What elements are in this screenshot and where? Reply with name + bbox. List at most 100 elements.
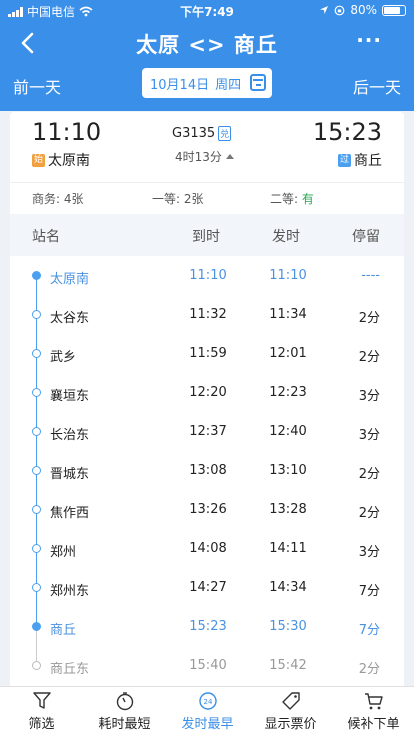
- battery-percent: 80%: [350, 3, 377, 17]
- seat-second-class: 二等: 有: [270, 190, 314, 207]
- tab-label: 筛选: [28, 717, 55, 732]
- collapse-up-icon: [225, 154, 234, 159]
- tab-earliest-departure[interactable]: 24 发时最早: [166, 687, 249, 736]
- more-button[interactable]: ···: [356, 28, 382, 52]
- stop-name: 太谷东: [50, 311, 90, 326]
- seat-second-value: 有: [301, 192, 314, 206]
- stop-arrive: 14:27: [189, 580, 227, 595]
- stop-arrive: 14:08: [189, 541, 227, 556]
- stop-dot: [32, 388, 41, 397]
- duration-text: 4时13分: [175, 150, 222, 164]
- departure-station-name: 太原南: [48, 153, 90, 169]
- funnel-icon: [32, 692, 51, 709]
- stop-name: 襄垣东: [50, 389, 90, 404]
- stop-row[interactable]: 郑州 14:08 14:11 3分: [10, 529, 404, 568]
- stop-depart: 12:23: [269, 385, 307, 400]
- stop-row[interactable]: 武乡 11:59 12:01 2分: [10, 334, 404, 373]
- status-bar: 中国电信 下午7:49 80%: [0, 0, 414, 20]
- stop-row[interactable]: 太谷东 11:32 11:34 2分: [10, 295, 404, 334]
- tab-waitlist-order[interactable]: 候补下单: [332, 687, 414, 736]
- stop-dot: [32, 349, 41, 358]
- pass-tag: 过: [338, 153, 351, 167]
- stop-row[interactable]: 太原南 11:10 11:10 ----: [10, 256, 404, 295]
- date-value: 10月14日: [150, 77, 210, 93]
- stop-dot: [32, 271, 41, 280]
- stop-name: 商丘东: [50, 662, 90, 677]
- duration-toggle[interactable]: 4时13分: [175, 148, 234, 165]
- stop-dot: [32, 466, 41, 475]
- arrival-station-name: 商丘: [354, 153, 382, 169]
- clock-24-icon: 24: [198, 692, 217, 710]
- stop-row[interactable]: 长治东 12:37 12:40 3分: [10, 412, 404, 451]
- stop-depart: 14:11: [269, 541, 307, 556]
- tab-filter[interactable]: 筛选: [0, 687, 83, 736]
- stopwatch-icon: [116, 692, 133, 711]
- bottom-tab-bar: 筛选 耗时最短 24 发时最早 显示票价 候补下单: [0, 686, 414, 736]
- arrival-station: 过 商丘: [338, 150, 382, 170]
- stop-arrive: 15:23: [189, 619, 227, 634]
- nav-bar: 太原 <> 商丘 ···: [0, 24, 414, 64]
- stop-stay: 3分: [358, 545, 380, 560]
- stop-dot: [32, 427, 41, 436]
- stop-row[interactable]: 焦作西 13:26 13:28 2分: [10, 490, 404, 529]
- stop-depart: 14:34: [269, 580, 307, 595]
- stop-name: 晋城东: [50, 467, 90, 482]
- stop-name: 武乡: [50, 350, 77, 365]
- stop-stay: 2分: [358, 662, 380, 677]
- stop-dot: [32, 544, 41, 553]
- stop-row[interactable]: 商丘 15:23 15:30 7分: [10, 607, 404, 646]
- stop-name: 太原南: [50, 272, 90, 287]
- status-right: 80%: [319, 3, 406, 17]
- stop-name: 郑州: [50, 545, 77, 560]
- tab-show-price[interactable]: 显示票价: [249, 687, 332, 736]
- stop-arrive: 11:10: [189, 268, 227, 283]
- next-day-button[interactable]: 后一天: [353, 74, 401, 98]
- battery-icon: [382, 4, 406, 16]
- stop-row[interactable]: 商丘东 15:40 15:42 2分: [10, 646, 404, 685]
- stop-row[interactable]: 襄垣东 12:20 12:23 3分: [10, 373, 404, 412]
- stop-stay: ----: [361, 268, 380, 283]
- seat-business: 商务: 4张: [32, 192, 84, 206]
- stop-stay: 2分: [358, 506, 380, 521]
- stop-dot: [32, 310, 41, 319]
- stop-name: 郑州东: [50, 584, 90, 599]
- stop-depart: 12:40: [269, 424, 307, 439]
- seat-availability: 商务: 4张 一等: 2张 二等: 有: [10, 182, 404, 212]
- tab-shortest-time[interactable]: 耗时最短: [83, 687, 166, 736]
- date-bar: 前一天 10月14日 周四 后一天: [0, 66, 414, 102]
- start-tag: 始: [32, 153, 45, 167]
- stop-name: 焦作西: [50, 506, 90, 521]
- stop-depart: 12:01: [269, 346, 307, 361]
- column-stay: 停留: [352, 229, 380, 245]
- stop-arrive: 13:26: [189, 502, 227, 517]
- column-header: 站名 到时 发时 停留: [10, 214, 404, 256]
- date-picker[interactable]: 10月14日 周四: [142, 68, 272, 98]
- stop-dot: [32, 505, 41, 514]
- column-depart: 发时: [272, 229, 300, 245]
- timetable-card: 11:10 始 太原南 G3135 兑 4时13分 15:23 过 商丘 商务:…: [10, 112, 404, 712]
- tab-label: 候补下单: [347, 717, 400, 732]
- tab-label: 耗时最短: [98, 717, 151, 732]
- stop-arrive: 15:40: [189, 658, 227, 673]
- stop-depart: 11:10: [269, 268, 307, 283]
- stop-stay: 2分: [358, 350, 380, 365]
- stop-arrive: 12:20: [189, 385, 227, 400]
- stop-stay: 2分: [358, 467, 380, 482]
- stop-dot: [32, 622, 41, 631]
- stop-row[interactable]: 晋城东 13:08 13:10 2分: [10, 451, 404, 490]
- price-tag-icon: [281, 692, 300, 710]
- stop-name: 商丘: [50, 623, 77, 638]
- stop-arrive: 12:37: [189, 424, 227, 439]
- column-arrive: 到时: [192, 229, 220, 245]
- tab-label: 发时最早: [181, 717, 234, 732]
- stop-dot: [32, 583, 41, 592]
- rotation-lock-icon: [334, 5, 345, 15]
- tab-label: 显示票价: [264, 717, 317, 732]
- train-number[interactable]: G3135 兑: [172, 126, 232, 141]
- prev-day-button[interactable]: 前一天: [13, 74, 61, 98]
- stop-depart: 11:34: [269, 307, 307, 322]
- stop-row[interactable]: 郑州东 14:27 14:34 7分: [10, 568, 404, 607]
- stop-arrive: 11:59: [189, 346, 227, 361]
- stop-stay: 2分: [358, 311, 380, 326]
- stop-arrive: 11:32: [189, 307, 227, 322]
